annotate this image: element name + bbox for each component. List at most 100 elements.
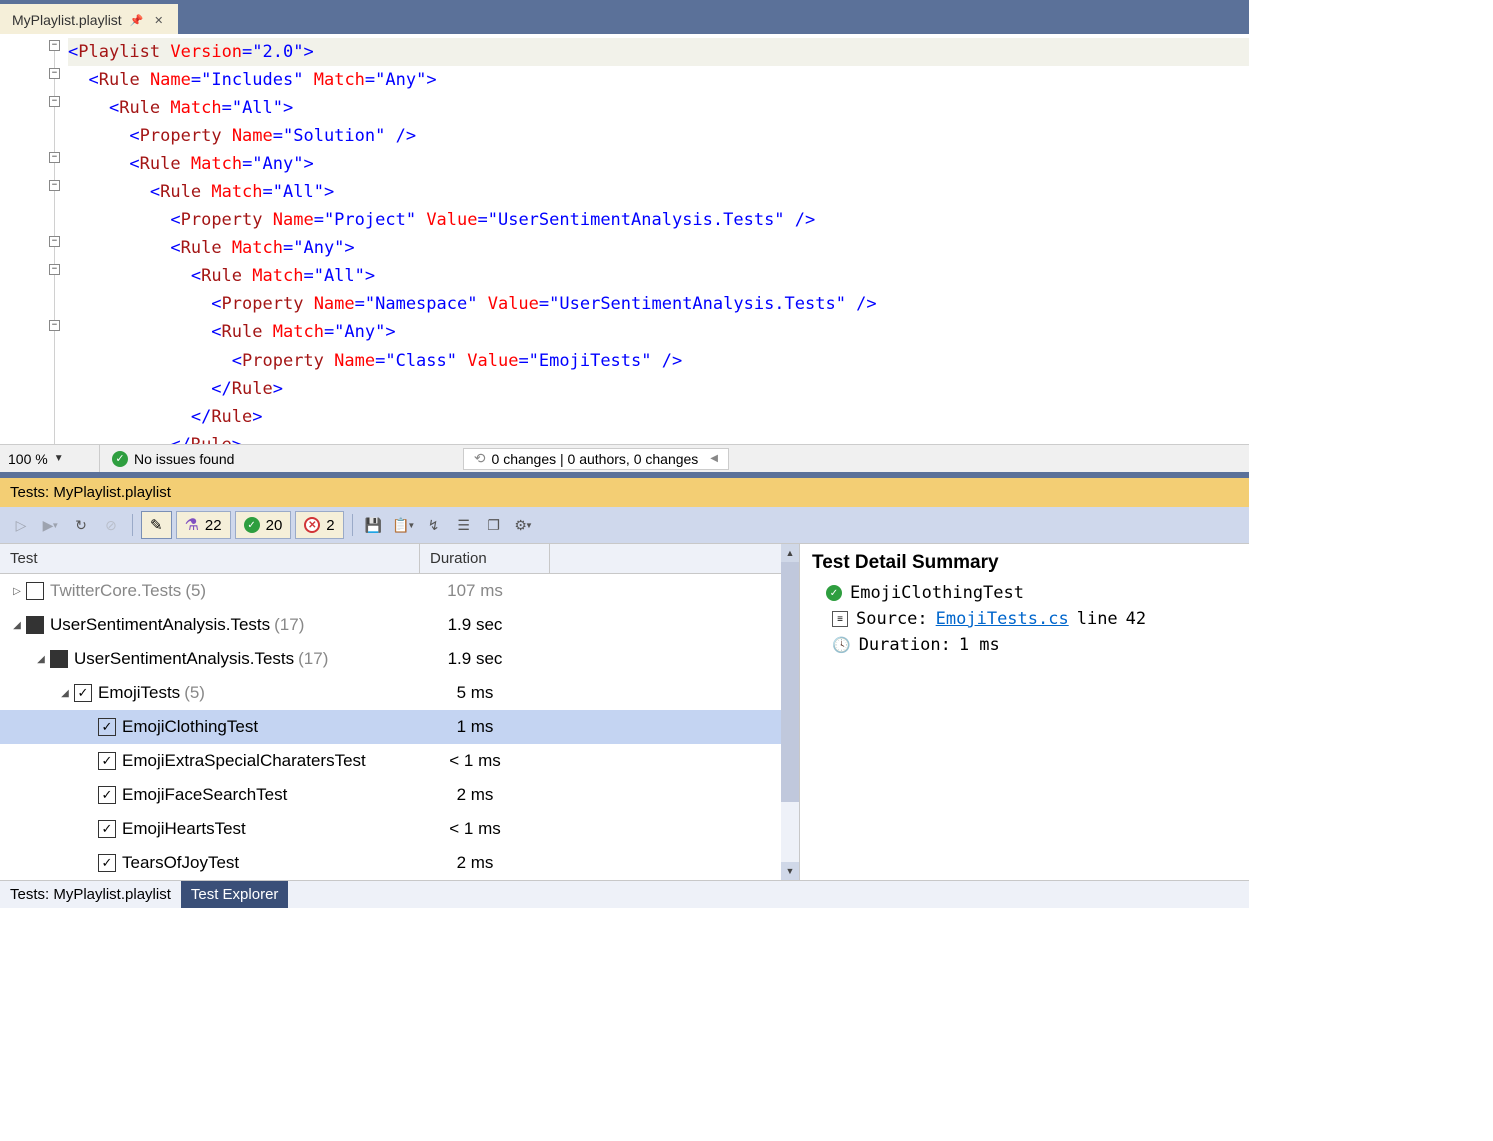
issues-indicator[interactable]: ✓ No issues found [100, 451, 246, 467]
test-count: (17) [298, 649, 328, 669]
expander-icon[interactable]: ◢ [58, 688, 72, 699]
test-row[interactable]: EmojiClothingTest1 ms [0, 710, 799, 744]
test-duration: < 1 ms [420, 819, 550, 839]
test-name: TwitterCore.Tests [50, 581, 181, 601]
checkbox[interactable] [98, 786, 116, 804]
pin-icon[interactable]: 📌 [130, 13, 144, 27]
test-duration: 1.9 sec [420, 615, 550, 635]
save-icon: 💾 [365, 517, 382, 534]
fold-toggle[interactable]: − [49, 96, 60, 107]
expand-collapse-button[interactable]: ☰ [451, 512, 477, 538]
checkbox[interactable] [50, 650, 68, 668]
passed-tests-filter[interactable]: ✓20 [235, 511, 292, 539]
code-line[interactable]: </Rule> [68, 375, 1249, 403]
expander-icon[interactable]: ◢ [34, 654, 48, 665]
test-duration: 5 ms [420, 683, 550, 703]
tab-tests-playlist[interactable]: Tests: MyPlaylist.playlist [0, 881, 181, 908]
fold-toggle[interactable]: − [49, 40, 60, 51]
code-line[interactable]: <Property Name="Solution" /> [68, 122, 1249, 150]
repeat-button[interactable]: ↻ [68, 512, 94, 538]
clock-icon: 🕓 [832, 636, 851, 654]
test-name: EmojiHeartsTest [122, 819, 246, 839]
zoom-dropdown[interactable]: 100 % ▼ [0, 445, 100, 472]
expander-icon[interactable]: ▷ [10, 586, 24, 597]
duration-label: Duration: [859, 635, 951, 655]
test-row[interactable]: EmojiFaceSearchTest 2 ms [0, 778, 799, 812]
test-row[interactable]: ◢UserSentimentAnalysis.Tests (17)1.9 sec [0, 608, 799, 642]
document-tab[interactable]: MyPlaylist.playlist 📌 ✕ [0, 4, 178, 34]
fold-toggle[interactable]: − [49, 320, 60, 331]
test-name: TearsOfJoyTest [122, 853, 239, 873]
total-tests-filter[interactable]: ⚗22 [176, 511, 231, 539]
fold-toggle[interactable]: − [49, 152, 60, 163]
test-name: EmojiFaceSearchTest [122, 785, 287, 805]
run-button[interactable]: ▶▼ [38, 512, 64, 538]
test-row[interactable]: EmojiHeartsTest < 1 ms [0, 812, 799, 846]
stop-button[interactable]: ⊘ [98, 512, 124, 538]
code-line[interactable]: </Rule> [68, 403, 1249, 431]
code-line[interactable]: </Rule> [68, 431, 1249, 444]
fold-toggle[interactable]: − [49, 180, 60, 191]
chevron-down-icon: ▼ [525, 521, 533, 530]
code-line[interactable]: <Rule Match="All"> [68, 178, 1249, 206]
code-line[interactable]: <Rule Name="Includes" Match="Any"> [68, 66, 1249, 94]
changes-indicator[interactable]: ⟲ 0 changes | 0 authors, 0 changes ◀ [463, 448, 729, 470]
code-line[interactable]: <Rule Match="Any"> [68, 150, 1249, 178]
windows-icon: ❐ [487, 517, 500, 534]
windows-button[interactable]: ❐ [481, 512, 507, 538]
test-row[interactable]: ◢UserSentimentAnalysis.Tests (17)1.9 sec [0, 642, 799, 676]
scrollbar[interactable]: ▲ ▼ [781, 544, 799, 880]
scroll-up-button[interactable]: ▲ [781, 544, 799, 562]
checkbox[interactable] [98, 752, 116, 770]
source-icon: ≡ [832, 611, 848, 627]
edit-filter-button[interactable]: ✎ [141, 511, 172, 539]
save-button[interactable]: 💾 [361, 512, 387, 538]
tab-test-explorer[interactable]: Test Explorer [181, 881, 289, 908]
run-all-button[interactable]: ▷ [8, 512, 34, 538]
test-row[interactable]: TearsOfJoyTest2 ms [0, 846, 799, 880]
test-duration: 107 ms [420, 581, 550, 601]
bolt-icon: ↯ [428, 517, 440, 534]
fold-toggle[interactable]: − [49, 236, 60, 247]
test-duration: 1.9 sec [420, 649, 550, 669]
code-line[interactable]: <Rule Match="Any"> [68, 318, 1249, 346]
checkbox[interactable] [98, 854, 116, 872]
scroll-thumb[interactable] [781, 562, 799, 802]
code-line[interactable]: <Playlist Version="2.0"> [68, 38, 1249, 66]
checkbox[interactable] [26, 582, 44, 600]
checkbox[interactable] [98, 718, 116, 736]
scroll-down-button[interactable]: ▼ [781, 862, 799, 880]
playlist-button[interactable]: 📋▼ [391, 512, 417, 538]
code-line[interactable]: <Property Name="Project" Value="UserSent… [68, 206, 1249, 234]
fold-toggle[interactable]: − [49, 264, 60, 275]
checkbox[interactable] [26, 616, 44, 634]
col-header-duration[interactable]: Duration [420, 544, 550, 573]
test-duration: 2 ms [420, 785, 550, 805]
source-link[interactable]: EmojiTests.cs [936, 609, 1069, 629]
tests-toolbar: ▷ ▶▼ ↻ ⊘ ✎ ⚗22 ✓20 ✕2 💾 📋▼ ↯ ☰ ❐ ⚙▼ [0, 507, 1249, 543]
col-header-test[interactable]: Test [0, 544, 420, 573]
fold-toggle[interactable]: − [49, 68, 60, 79]
failed-tests-filter[interactable]: ✕2 [295, 511, 343, 539]
code-line[interactable]: <Property Name="Class" Value="EmojiTests… [68, 347, 1249, 375]
code-editor[interactable]: − − − − − − − − <Playlist Version="2.0"> <Rule … [0, 34, 1249, 444]
checkbox[interactable] [74, 684, 92, 702]
flask-icon: ⚗ [185, 515, 199, 535]
test-row[interactable]: ◢EmojiTests (5)5 ms [0, 676, 799, 710]
expander-icon[interactable]: ◢ [10, 620, 24, 631]
settings-button[interactable]: ⚙▼ [511, 512, 537, 538]
test-count: (5) [184, 683, 205, 703]
checkbox[interactable] [98, 820, 116, 838]
test-row[interactable]: EmojiExtraSpecialCharatersTest< 1 ms [0, 744, 799, 778]
test-detail-panel: Test Detail Summary ✓ EmojiClothingTest … [799, 544, 1249, 880]
tests-header-text: Tests: MyPlaylist.playlist [10, 484, 171, 501]
code-line[interactable]: <Property Name="Namespace" Value="UserSe… [68, 290, 1249, 318]
run-after-build-button[interactable]: ↯ [421, 512, 447, 538]
test-count: (17) [274, 615, 304, 635]
test-name: EmojiExtraSpecialCharatersTest [122, 751, 366, 771]
code-line[interactable]: <Rule Match="All"> [68, 262, 1249, 290]
test-row[interactable]: ▷TwitterCore.Tests (5)107 ms [0, 574, 799, 608]
code-line[interactable]: <Rule Match="Any"> [68, 234, 1249, 262]
code-line[interactable]: <Rule Match="All"> [68, 94, 1249, 122]
close-icon[interactable]: ✕ [152, 13, 166, 27]
